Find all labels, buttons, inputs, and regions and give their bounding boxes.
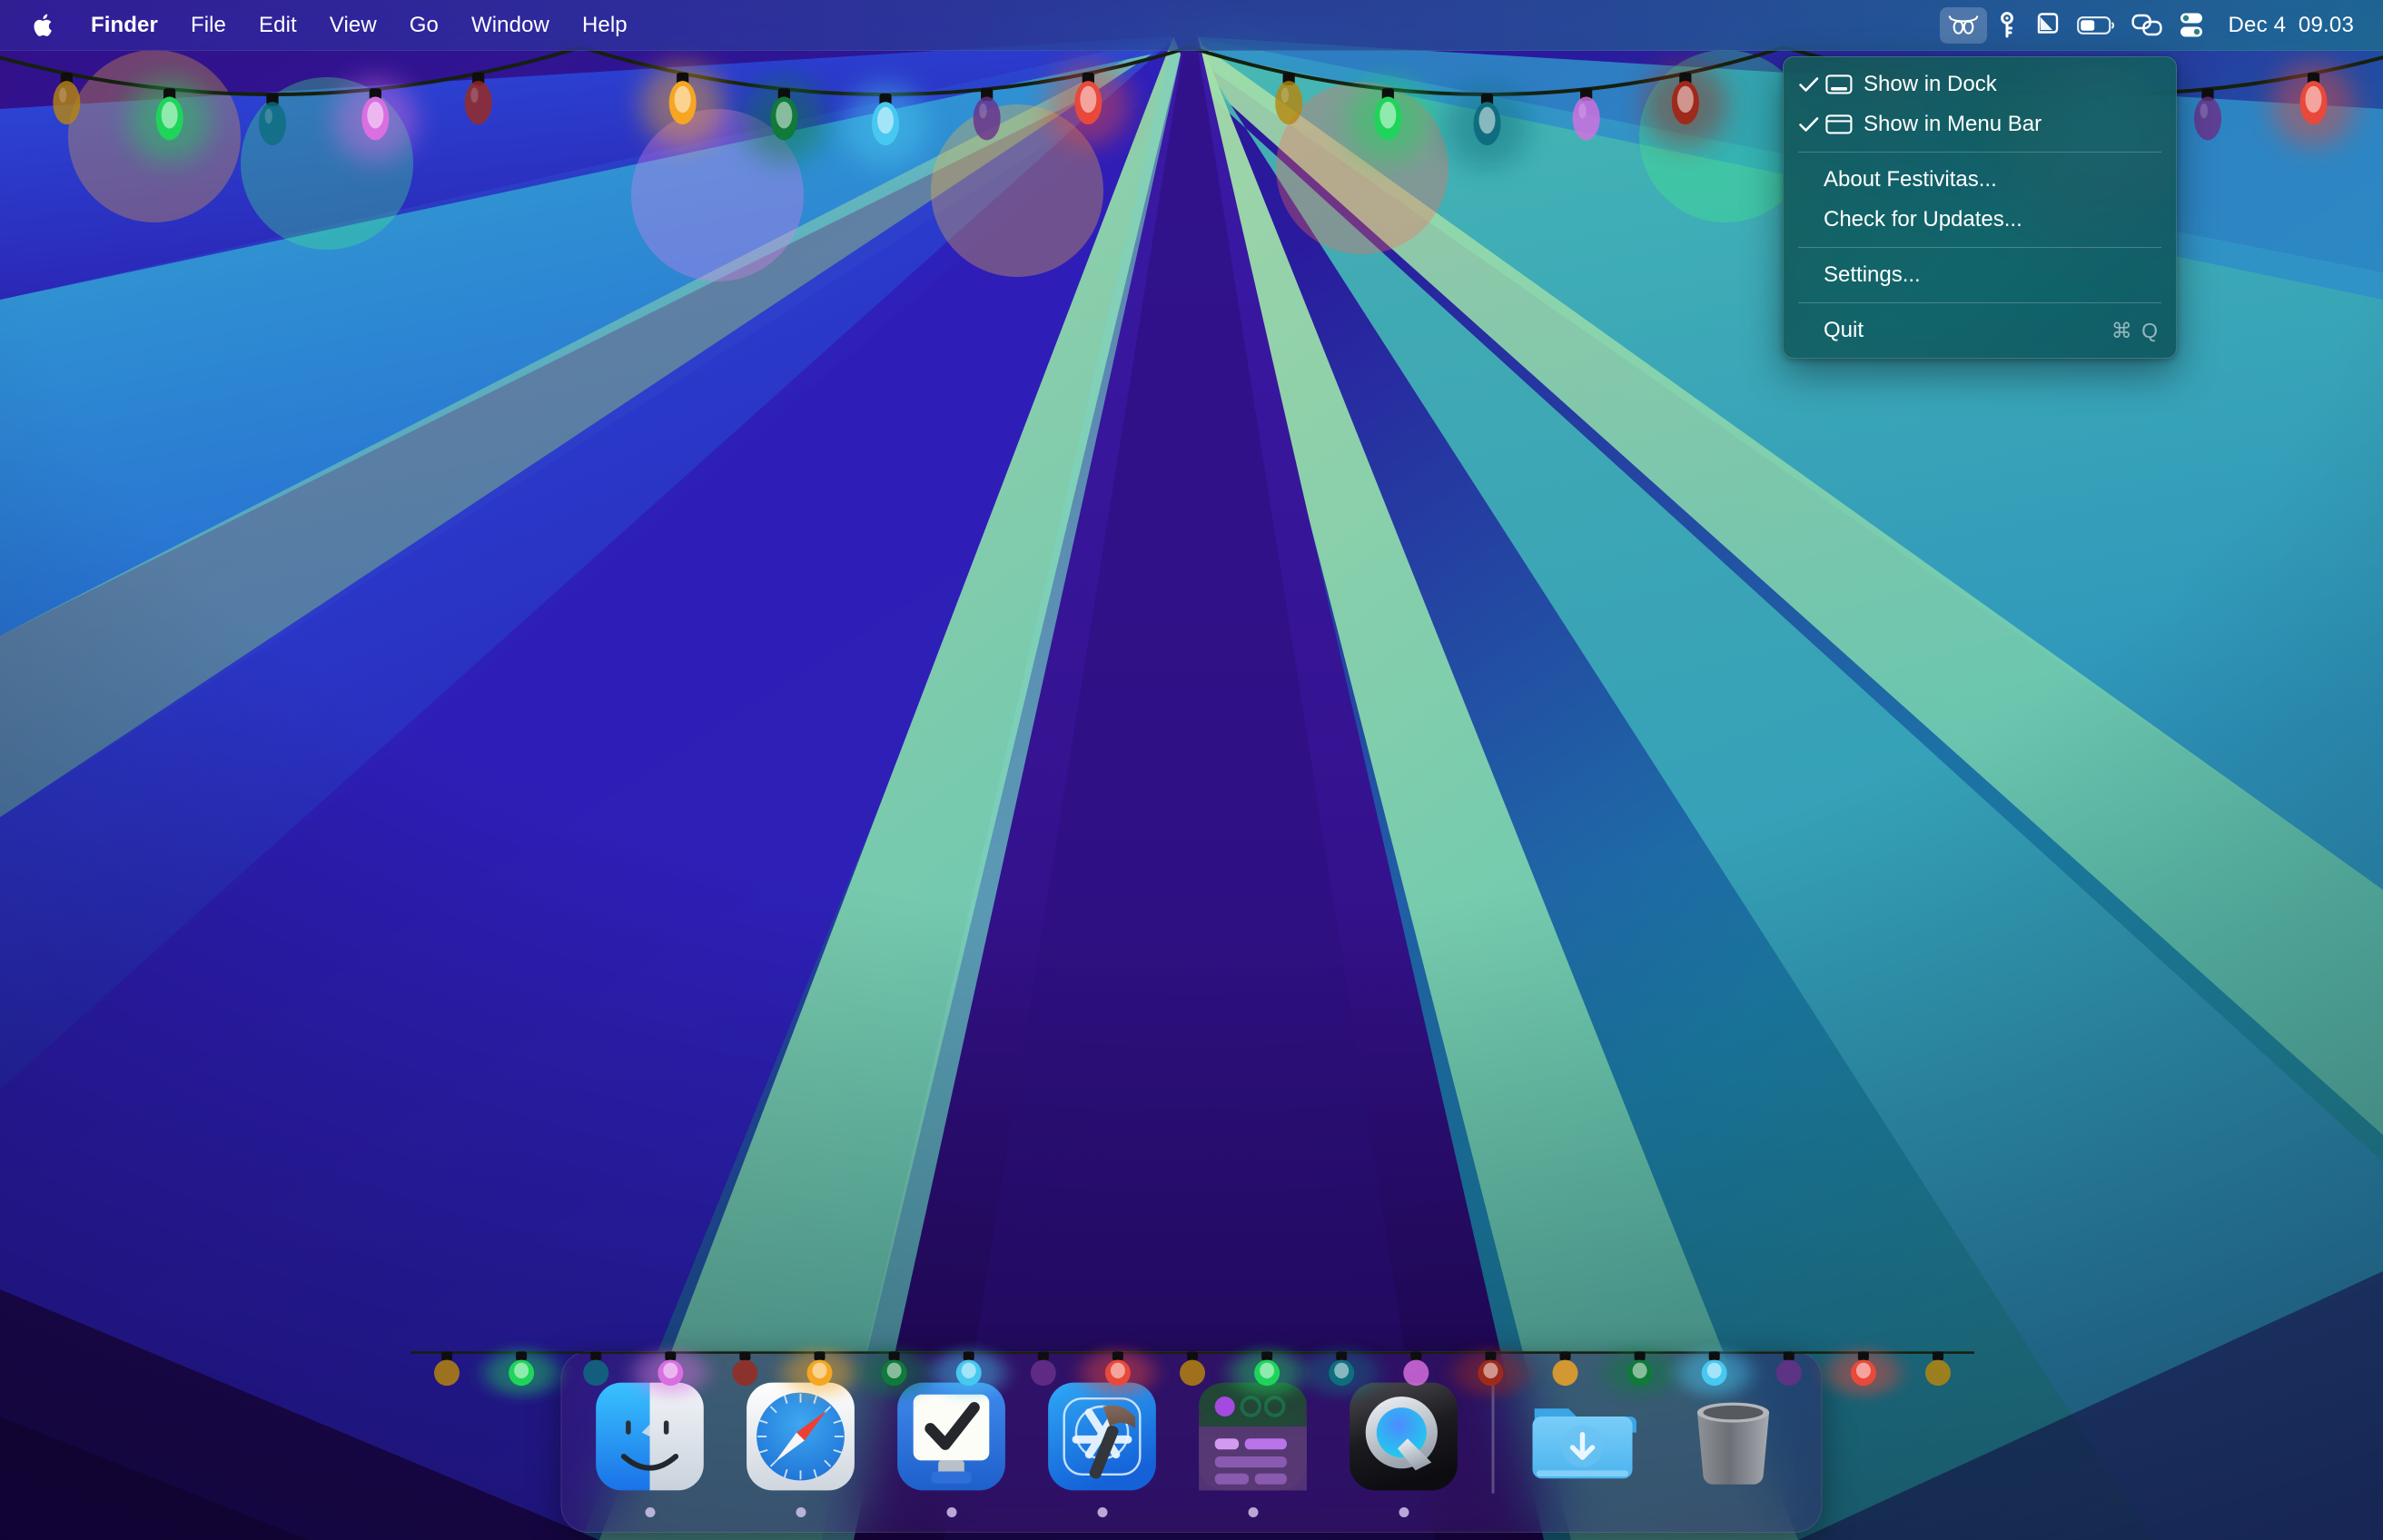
running-indicator [946,1507,956,1517]
menu-item-about-festivitas[interactable]: About Festivitas... [1784,160,2176,200]
dock-item-xcode[interactable] [1027,1377,1178,1517]
menu-bar-item-finder[interactable]: Finder [74,9,174,42]
desktop-screen: Finder File Edit View Go Window Help Dec… [0,0,2383,1540]
festivitas-lights-icon[interactable] [1939,7,1987,44]
menu-bar: Finder File Edit View Go Window Help Dec… [0,0,2383,51]
menu-bar-left: Finder File Edit View Go Window Help [0,0,644,51]
quicktime-icon [1344,1377,1464,1496]
downloads-folder-icon [1523,1377,1643,1496]
finder-icon [590,1377,710,1496]
checkmark-icon [1798,115,1825,133]
menu-item-check-for-updates[interactable]: Check for Updates... [1784,200,2176,240]
menu-bar-clock[interactable]: Dec 4 09.03 [2212,13,2368,38]
menu-item-show-in-menu-bar[interactable]: Show in Menu Bar [1784,104,2176,144]
menu-bar-status-area: Dec 4 09.03 [1939,0,2383,51]
safari-icon [741,1377,861,1496]
festivitas-dropdown-menu: Show in Dock Show in Menu Bar About Fest… [1783,56,2177,359]
menu-item-label: Settings... [1824,262,1921,287]
dock-item-things[interactable] [876,1377,1027,1517]
menu-bar-item-help[interactable]: Help [566,9,644,42]
running-indicator [645,1507,655,1517]
control-center-icon[interactable] [2170,7,2212,44]
battery-icon[interactable] [2069,7,2123,44]
checkmark-icon [1798,75,1825,94]
menu-item-label: Show in Dock [1864,72,1997,96]
pen-tip-icon[interactable] [2027,7,2069,44]
menu-bar-item-window[interactable]: Window [455,9,566,42]
dock-item-safari[interactable] [726,1377,876,1517]
dock-separator [1491,1359,1495,1494]
clipboard-link-icon[interactable] [2123,7,2170,44]
trash-icon [1674,1377,1794,1496]
screenstudio-icon [1193,1377,1313,1496]
menu-item-label: Quit [1824,318,1864,342]
dock-item-quicktime[interactable] [1329,1377,1479,1517]
dock-item-downloads[interactable] [1508,1377,1658,1517]
menu-separator [1798,302,2161,303]
running-indicator [796,1507,806,1517]
menu-bar-item-go[interactable]: Go [393,9,455,42]
menu-item-label: About Festivitas... [1824,167,1997,192]
running-indicator [1248,1507,1258,1517]
running-indicator [1399,1507,1409,1517]
menu-item-quit[interactable]: Quit ⌘ Q [1784,311,2176,350]
menu-bar-item-view[interactable]: View [313,9,393,42]
menu-item-shortcut: ⌘ Q [2111,318,2160,342]
menu-bar-item-file[interactable]: File [174,9,242,42]
dock-glyph-icon [1825,74,1864,95]
menu-item-label: Show in Menu Bar [1864,112,2042,136]
key-icon[interactable] [1987,7,2027,44]
menu-separator [1798,152,2161,153]
dock [560,1351,1823,1533]
menu-item-settings[interactable]: Settings... [1784,255,2176,295]
xcode-icon [1043,1377,1162,1496]
dock-item-screenstudio[interactable] [1178,1377,1329,1517]
dock-item-finder[interactable] [575,1377,726,1517]
menu-item-show-in-dock[interactable]: Show in Dock [1784,64,2176,104]
menu-bar-item-edit[interactable]: Edit [242,9,313,42]
dock-item-trash[interactable] [1658,1377,1809,1517]
running-indicator [1097,1507,1107,1517]
menu-item-label: Check for Updates... [1824,207,2022,232]
apple-logo-icon[interactable] [22,11,74,40]
menubar-glyph-icon [1825,114,1864,135]
things-icon [892,1377,1012,1496]
menu-separator [1798,247,2161,248]
